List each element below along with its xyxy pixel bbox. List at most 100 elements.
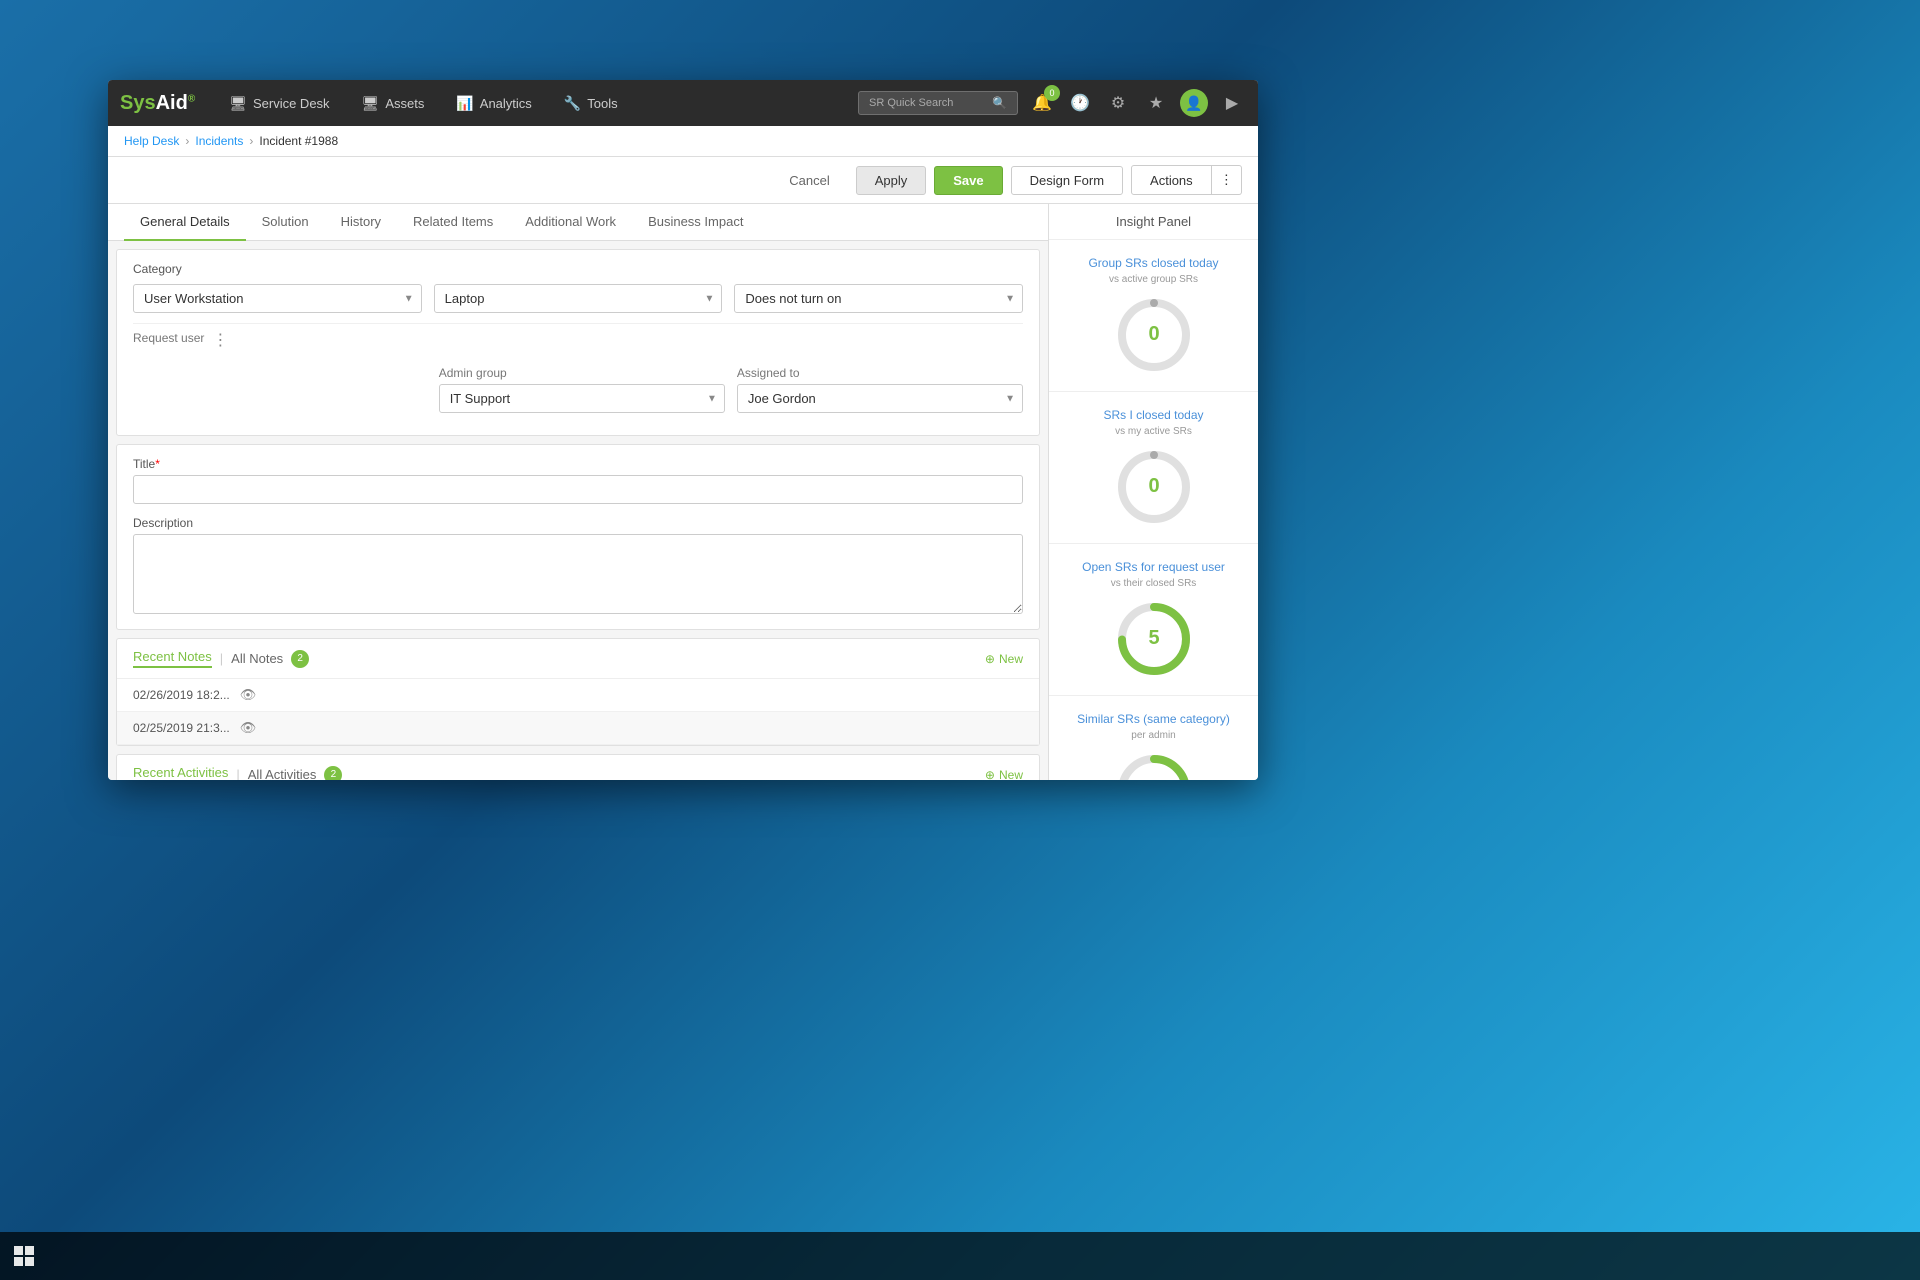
assigned-to-label: Assigned to (737, 366, 1023, 380)
recent-notes-tab[interactable]: Recent Notes (133, 649, 212, 668)
assigned-to-select[interactable]: Joe Gordon (737, 384, 1023, 413)
category-select-group: User Workstation ▼ (133, 284, 422, 313)
donut-container-1: 0 (1061, 447, 1246, 527)
star-icon[interactable]: ★ (1142, 89, 1170, 117)
taskbar (0, 1232, 1920, 1280)
donut-chart-0: 0 (1114, 295, 1194, 375)
subcategory-select-group: Laptop ▼ (434, 284, 723, 313)
cancel-button[interactable]: Cancel (771, 167, 847, 194)
admin-assigned-row: Admin group IT Support ▼ Assigned to (133, 366, 1023, 413)
admin-group-select-wrapper: IT Support ▼ (439, 384, 725, 413)
logo: SysAid® (120, 92, 195, 115)
insight-card-open-srs: Open SRs for request user vs their close… (1049, 544, 1258, 696)
tab-general[interactable]: General Details (124, 204, 246, 241)
svg-text:2: 2 (1148, 779, 1159, 780)
title-required: * (155, 457, 160, 471)
assigned-to-group: Assigned to Joe Gordon ▼ (737, 366, 1023, 413)
assets-icon: 🖥 (362, 95, 380, 112)
breadcrumb-incidents[interactable]: Incidents (195, 134, 243, 148)
third-category-select-group: Does not turn on ▼ (734, 284, 1023, 313)
note-eye-icon-1[interactable]: 👁 (240, 687, 257, 703)
plus-icon: ⊕ (985, 768, 995, 781)
content-area: General Details Solution History Related… (108, 204, 1258, 780)
tools-icon: 🔧 (564, 95, 581, 112)
assigned-to-select-wrapper: Joe Gordon ▼ (737, 384, 1023, 413)
breadcrumb-sep-1: › (185, 134, 189, 148)
notification-icon[interactable]: 🔔 0 (1028, 89, 1056, 117)
insight-card-title-0: Group SRs closed today (1061, 256, 1246, 270)
insight-panel-title: Insight Panel (1049, 204, 1258, 240)
plus-icon: ⊕ (985, 652, 995, 666)
third-category-select[interactable]: Does not turn on (734, 284, 1023, 313)
actions-group: Actions ⋮ (1131, 165, 1242, 195)
notes-tabs: Recent Notes | All Notes 2 (133, 649, 309, 668)
windows-start-button[interactable] (8, 1240, 40, 1272)
analytics-icon: 📊 (456, 95, 473, 112)
request-user-menu[interactable]: ⋮ (212, 330, 228, 350)
all-activities-tab[interactable]: All Activities (248, 767, 317, 780)
nav-tools[interactable]: 🔧 Tools (550, 89, 632, 118)
toolbar: Cancel Apply Save Design Form Actions ⋮ (108, 157, 1258, 204)
clock-icon[interactable]: 🕐 (1066, 89, 1094, 117)
nav-analytics[interactable]: 📊 Analytics (442, 89, 545, 118)
request-user-row: Request user ⋮ (133, 323, 1023, 356)
notes-list: 02/26/2019 18:2... 👁 02/25/2019 21:3... … (117, 679, 1039, 745)
actions-more-button[interactable]: ⋮ (1212, 165, 1242, 195)
notes-header: Recent Notes | All Notes 2 ⊕ New (117, 639, 1039, 679)
title-label: Title* (133, 457, 1023, 471)
insight-card-subtitle-2: vs their closed SRs (1061, 578, 1246, 589)
settings-icon[interactable]: ⚙ (1104, 89, 1132, 117)
breadcrumb-help-desk[interactable]: Help Desk (124, 134, 179, 148)
expand-icon[interactable]: ▶ (1218, 89, 1246, 117)
save-button[interactable]: Save (934, 166, 1002, 195)
category-row: User Workstation ▼ Laptop ▼ Does not tur… (133, 284, 1023, 313)
title-section: Title* Description (116, 444, 1040, 630)
donut-container-2: 5 (1061, 599, 1246, 679)
new-note-button[interactable]: ⊕ New (985, 652, 1023, 666)
donut-chart-2: 5 (1114, 599, 1194, 679)
donut-chart-3: 2 (1114, 751, 1194, 780)
activities-count-badge: 2 (324, 766, 342, 781)
new-activity-button[interactable]: ⊕ New (985, 768, 1023, 781)
list-item: 02/25/2019 21:3... 👁 (117, 712, 1039, 745)
subcategory-select[interactable]: Laptop (434, 284, 723, 313)
title-input[interactable] (133, 475, 1023, 504)
all-notes-tab[interactable]: All Notes (231, 651, 283, 666)
admin-group-select[interactable]: IT Support (439, 384, 725, 413)
user-avatar[interactable]: 👤 (1180, 89, 1208, 117)
actions-button[interactable]: Actions (1131, 165, 1212, 195)
windows-logo-icon (14, 1246, 34, 1266)
tab-history[interactable]: History (325, 204, 397, 241)
tab-business[interactable]: Business Impact (632, 204, 759, 241)
app-window: SysAid® 🖥 Service Desk 🖥 Assets 📊 Analyt… (108, 80, 1258, 780)
svg-text:0: 0 (1148, 475, 1159, 497)
insight-card-title-1: SRs I closed today (1061, 408, 1246, 422)
breadcrumb-sep-2: › (249, 134, 253, 148)
nav-assets[interactable]: 🖥 Assets (348, 89, 439, 118)
svg-text:5: 5 (1148, 627, 1159, 649)
insight-card-similar-srs: Similar SRs (same category) per admin 2 (1049, 696, 1258, 780)
admin-group-label: Admin group (439, 366, 725, 380)
description-input[interactable] (133, 534, 1023, 614)
notes-count-badge: 2 (291, 650, 309, 668)
note-eye-icon-2[interactable]: 👁 (240, 720, 257, 736)
activities-section: Recent Activities | All Activities 2 ⊕ N… (116, 754, 1040, 780)
search-bar[interactable]: SR Quick Search 🔍 (858, 91, 1018, 115)
tabs: General Details Solution History Related… (108, 204, 1048, 241)
admin-group: Admin group IT Support ▼ (439, 366, 725, 413)
insight-card-subtitle-0: vs active group SRs (1061, 274, 1246, 285)
category-select[interactable]: User Workstation (133, 284, 422, 313)
tab-solution[interactable]: Solution (246, 204, 325, 241)
design-form-button[interactable]: Design Form (1011, 166, 1123, 195)
nav-service-desk[interactable]: 🖥 Service Desk (215, 89, 343, 118)
apply-button[interactable]: Apply (856, 166, 927, 195)
tab-additional[interactable]: Additional Work (509, 204, 632, 241)
donut-container-0: 0 (1061, 295, 1246, 375)
insight-card-my-srs: SRs I closed today vs my active SRs 0 (1049, 392, 1258, 544)
recent-activities-tab[interactable]: Recent Activities (133, 765, 228, 780)
tab-related[interactable]: Related Items (397, 204, 509, 241)
nav-bar: SysAid® 🖥 Service Desk 🖥 Assets 📊 Analyt… (108, 80, 1258, 126)
nav-items: 🖥 Service Desk 🖥 Assets 📊 Analytics 🔧 To… (215, 89, 858, 118)
breadcrumb-current: Incident #1988 (259, 134, 338, 148)
insight-card-title-2: Open SRs for request user (1061, 560, 1246, 574)
